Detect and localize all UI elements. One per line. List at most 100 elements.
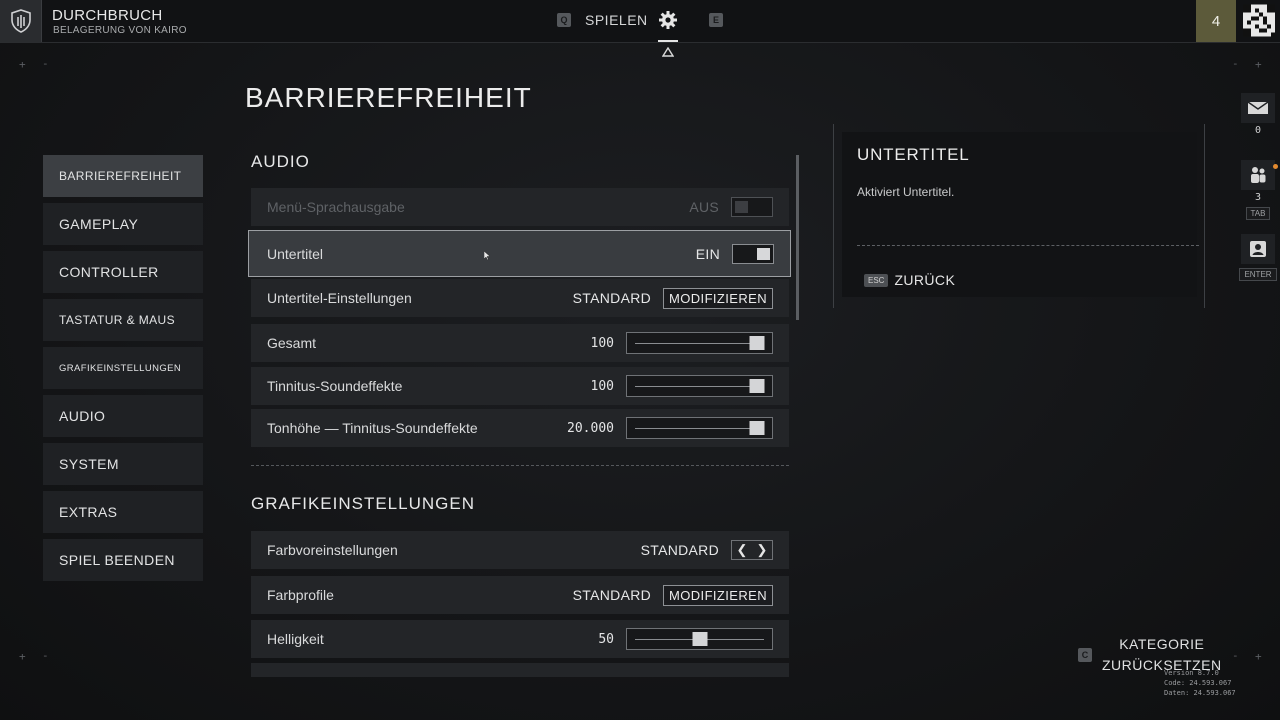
player-level-badge: 4 [1196, 0, 1236, 42]
setting-label: Menü-Sprachausgabe [267, 199, 405, 215]
setting-value: STANDARD [572, 587, 652, 603]
back-button[interactable]: ESC ZURÜCK [864, 272, 955, 288]
menu-item-extras[interactable]: EXTRAS [43, 491, 203, 533]
mail-count: 0 [1254, 125, 1262, 136]
page-title: BARRIEREFREIHEIT [245, 82, 532, 113]
setting-row-subtitles[interactable]: Untertitel EIN [248, 230, 791, 277]
toggle-switch[interactable] [731, 197, 773, 217]
menu-item-controller[interactable]: CONTROLLER [43, 251, 203, 293]
setting-value: 100 [590, 335, 614, 351]
modify-button[interactable]: MODIFIZIEREN [663, 287, 773, 309]
chevron-right-icon[interactable]: ❯ [752, 541, 772, 559]
slider-thumb[interactable] [749, 421, 765, 435]
gear-icon[interactable] [656, 8, 680, 32]
corner-mark: - [42, 649, 49, 662]
version-line: Version 8.7.0 [1164, 669, 1219, 677]
slider-thumb[interactable] [749, 379, 765, 393]
profile-card-icon [1241, 234, 1275, 264]
brightness-slider[interactable] [626, 628, 773, 650]
mouse-cursor-icon [483, 248, 491, 266]
setting-value: EIN [695, 245, 720, 262]
setting-row-tinnitus-pitch[interactable]: Tonhöhe — Tinnitus-Soundeffekte 20.000 [251, 409, 789, 447]
party-count: 3 [1254, 192, 1262, 203]
setting-row-master-volume[interactable]: Gesamt 100 [251, 324, 789, 362]
section-heading-graphics: GRAFIKEINSTELLUNGEN [251, 494, 475, 513]
setting-label: Helligkeit [267, 631, 324, 647]
q-key-hint: Q [557, 13, 571, 27]
esc-key-hint: ESC [864, 273, 889, 287]
top-bar: DURCHBRUCH BELAGERUNG VON KAIRO Q SPIELE… [0, 0, 1280, 43]
chevron-left-icon[interactable]: ❮ [732, 541, 752, 559]
menu-item-gameplay[interactable]: GAMEPLAY [43, 203, 203, 245]
version-info: Version 8.7.0 Code: 24.593.067 Daten: 24… [1164, 668, 1236, 698]
setting-row-menu-speech[interactable]: Menü-Sprachausgabe AUS [251, 188, 789, 226]
setting-row-brightness[interactable]: Helligkeit 50 [251, 620, 789, 658]
tinnitus-slider[interactable] [626, 375, 773, 397]
e-key-hint: E [709, 13, 723, 27]
corner-mark: - [1232, 649, 1239, 662]
setting-label: Gesamt [267, 335, 317, 351]
setting-detail-panel: UNTERTITEL Aktiviert Untertitel. ESC ZUR… [833, 124, 1205, 308]
setting-value: 100 [590, 378, 614, 394]
setting-row-color-presets[interactable]: Farbvoreinstellungen STANDARD ❮ ❯ [251, 531, 789, 569]
reset-label-line1: KATEGORIE [1119, 636, 1205, 652]
mode-title: DURCHBRUCH [52, 7, 163, 24]
setting-label: Farbprofile [267, 587, 334, 603]
section-divider [251, 465, 789, 466]
notification-dot [1273, 164, 1278, 169]
mail-icon [1241, 93, 1275, 123]
slider-thumb[interactable] [749, 336, 765, 350]
menu-item-spiel-beenden[interactable]: SPIEL BEENDEN [43, 539, 203, 581]
setting-label: Untertitel-Einstellungen [267, 290, 412, 306]
menu-item-tastatur-maus[interactable]: TASTATUR & MAUS [43, 299, 203, 341]
setting-row-tinnitus-sfx[interactable]: Tinnitus-Soundeffekte 100 [251, 367, 789, 405]
enter-key-hint: ENTER [1239, 268, 1277, 281]
qr-code-icon[interactable] [1243, 4, 1275, 37]
menu-item-barrierefreiheit[interactable]: BARRIEREFREIHEIT [43, 155, 203, 197]
setting-row-subtitle-settings[interactable]: Untertitel-Einstellungen STANDARD MODIFI… [251, 279, 789, 317]
corner-mark: + [1255, 58, 1262, 71]
mail-button[interactable]: 0 [1240, 93, 1276, 136]
volume-slider[interactable] [626, 332, 773, 354]
setting-row-color-profiles[interactable]: Farbprofile STANDARD MODIFIZIEREN [251, 576, 789, 614]
setting-value: AUS [689, 199, 719, 215]
settings-category-menu: BARRIEREFREIHEIT GAMEPLAY CONTROLLER TAS… [43, 155, 203, 587]
setting-value: STANDARD [572, 290, 652, 306]
value-stepper[interactable]: ❮ ❯ [731, 540, 773, 560]
detail-description: Aktiviert Untertitel. [857, 185, 955, 199]
menu-item-grafikeinstellungen[interactable]: GRAFIKEINSTELLUNGEN [43, 347, 203, 389]
menu-item-system[interactable]: SYSTEM [43, 443, 203, 485]
back-label: ZURÜCK [894, 272, 956, 288]
pitch-slider[interactable] [626, 417, 773, 439]
corner-mark: + [19, 650, 26, 663]
active-tab-indicator [658, 40, 678, 42]
menu-item-audio[interactable]: AUDIO [43, 395, 203, 437]
toggle-switch[interactable] [732, 243, 774, 264]
data-line: Daten: 24.593.067 [1164, 689, 1236, 697]
modify-button[interactable]: MODIFIZIEREN [663, 584, 773, 606]
mode-subtitle: BELAGERUNG VON KAIRO [53, 25, 187, 36]
corner-mark: - [42, 57, 49, 70]
setting-row-partial[interactable] [251, 663, 789, 677]
slider-thumb[interactable] [692, 632, 707, 646]
party-button[interactable]: 3 TAB [1240, 160, 1276, 220]
shield-icon[interactable] [0, 0, 42, 42]
nav-play-tab[interactable]: SPIELEN [585, 12, 648, 28]
corner-mark: - [1232, 57, 1239, 70]
section-heading-audio: AUDIO [251, 152, 310, 171]
setting-label: Tinnitus-Soundeffekte [267, 378, 403, 394]
setting-value: STANDARD [640, 542, 719, 558]
detail-divider [857, 245, 1199, 246]
setting-value: 50 [598, 631, 614, 647]
corner-mark: + [19, 58, 26, 71]
setting-value: 20.000 [567, 420, 614, 436]
settings-scrollbar[interactable] [796, 155, 799, 320]
corner-mark: + [1255, 650, 1262, 663]
c-key-hint: C [1078, 648, 1092, 662]
tab-key-hint: TAB [1245, 207, 1271, 220]
triangle-up-icon [661, 44, 675, 62]
code-line: Code: 24.593.067 [1164, 679, 1232, 687]
party-icon [1241, 160, 1275, 190]
setting-label: Tonhöhe — Tinnitus-Soundeffekte [267, 420, 478, 436]
profile-button[interactable]: ENTER [1239, 234, 1277, 281]
